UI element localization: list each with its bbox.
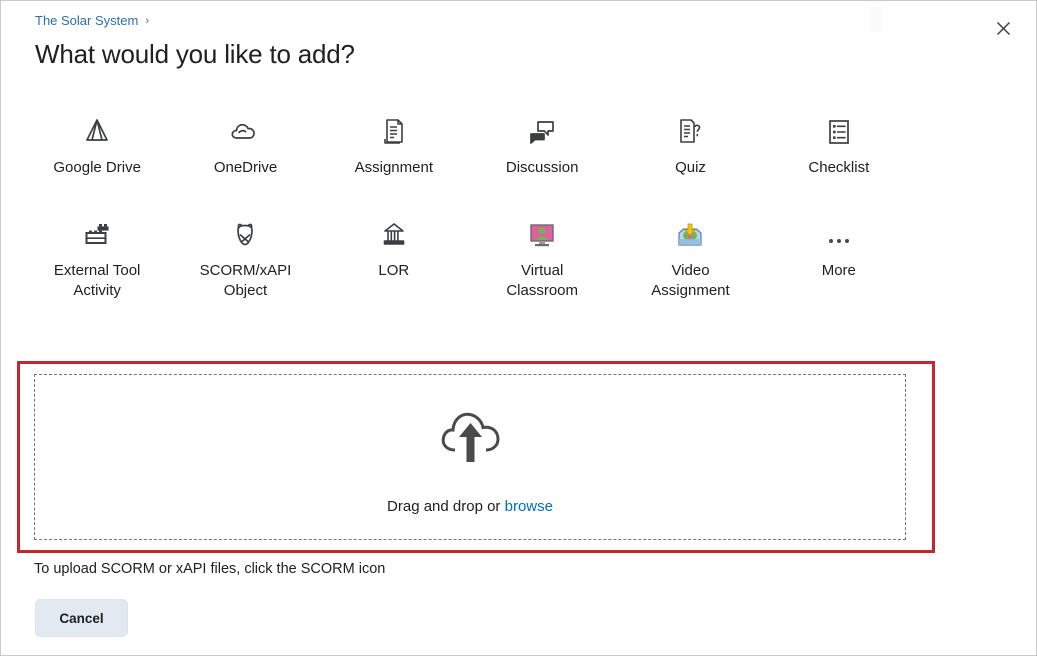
breadcrumb[interactable]: The Solar System › <box>35 13 149 28</box>
close-icon <box>996 21 1010 35</box>
dropzone-prompt: Drag and drop or browse <box>387 498 553 515</box>
scorm-xapi-icon <box>229 216 261 254</box>
tile-label: More <box>821 261 856 279</box>
tile-assignment[interactable]: Assignment <box>320 109 468 178</box>
upload-cloud-icon <box>432 399 508 480</box>
tile-label: Discussion <box>505 159 579 176</box>
tile-more[interactable]: More <box>765 212 913 301</box>
tile-scorm-xapi-object[interactable]: SCORM/xAPI Object <box>171 212 319 301</box>
tile-label: External Tool Activity <box>53 261 141 299</box>
tile-quiz[interactable]: Quiz <box>616 109 764 178</box>
assignment-document-icon <box>378 113 410 151</box>
checklist-list-icon <box>823 113 855 151</box>
virtual-classroom-monitor-icon <box>526 216 558 254</box>
google-drive-icon <box>81 113 113 151</box>
lor-building-icon <box>378 216 410 254</box>
content-type-grid: Google Drive OneDrive Assignment Discuss… <box>23 109 913 300</box>
tile-onedrive[interactable]: OneDrive <box>171 109 319 178</box>
cancel-button[interactable]: Cancel <box>35 599 128 637</box>
dialog-window: The Solar System › What would you like t… <box>0 0 1037 656</box>
tile-label: Virtual Classroom <box>506 261 578 299</box>
quiz-question-document-icon <box>674 113 706 151</box>
tile-lor[interactable]: LOR <box>320 212 468 301</box>
tile-label: Video Assignment <box>651 261 730 299</box>
tile-label: Checklist <box>808 159 870 176</box>
external-tool-blocks-icon <box>81 216 113 254</box>
tile-label: Google Drive <box>53 159 141 176</box>
dropzone-prompt-text: Drag and drop or <box>387 498 501 515</box>
discussion-bubbles-icon <box>526 113 558 151</box>
close-button[interactable] <box>988 13 1018 43</box>
page-title: What would you like to add? <box>35 39 355 69</box>
onedrive-cloud-icon <box>229 113 261 151</box>
chevron-right-icon: › <box>145 14 149 27</box>
tile-checklist[interactable]: Checklist <box>765 109 913 178</box>
header-artifact <box>870 7 882 33</box>
tile-label: SCORM/xAPI Object <box>199 261 292 299</box>
tile-external-tool-activity[interactable]: External Tool Activity <box>23 212 171 301</box>
tile-label: Quiz <box>675 159 706 176</box>
tile-google-drive[interactable]: Google Drive <box>23 109 171 178</box>
tile-video-assignment[interactable]: Video Assignment <box>616 212 764 301</box>
tile-label: Assignment <box>354 159 433 176</box>
tile-label: LOR <box>378 261 410 279</box>
breadcrumb-item-course[interactable]: The Solar System <box>35 13 138 28</box>
more-ellipsis-icon <box>823 216 855 254</box>
video-assignment-inbox-icon <box>674 216 706 254</box>
file-dropzone[interactable]: Drag and drop or browse <box>34 374 906 540</box>
tile-virtual-classroom[interactable]: Virtual Classroom <box>468 212 616 301</box>
browse-link[interactable]: browse <box>505 498 553 515</box>
tile-discussion[interactable]: Discussion <box>468 109 616 178</box>
tile-label: OneDrive <box>213 159 278 176</box>
scorm-hint-text: To upload SCORM or xAPI files, click the… <box>34 561 386 577</box>
